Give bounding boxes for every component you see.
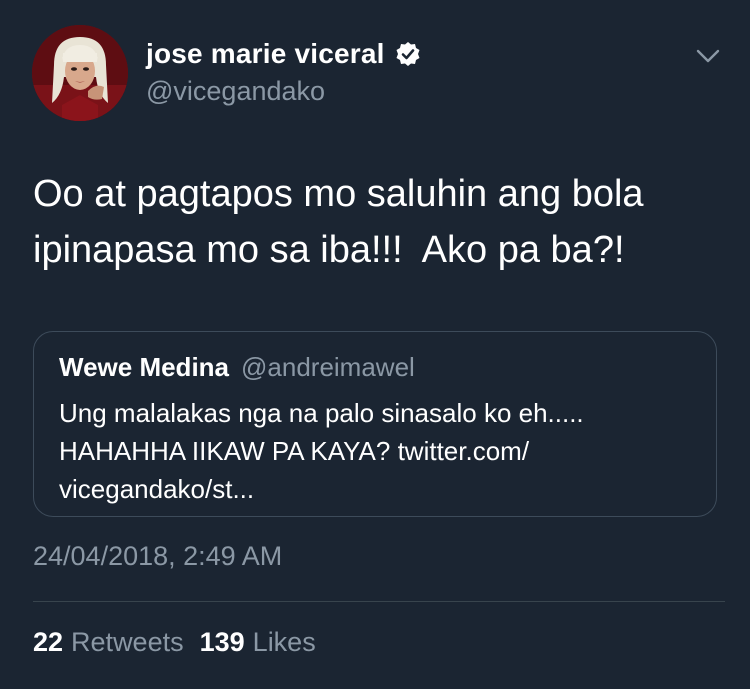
retweets-count[interactable]: 22 bbox=[33, 627, 63, 658]
retweets-label[interactable]: Retweets bbox=[71, 627, 184, 658]
quoted-tweet-header: Wewe Medina @andreimawel bbox=[59, 352, 415, 383]
likes-count[interactable]: 139 bbox=[200, 627, 245, 658]
tweet-text: Oo at pagtapos mo saluhin ang bola ipina… bbox=[33, 173, 644, 271]
tweet-stats: 22 Retweets 139 Likes bbox=[33, 627, 316, 658]
author-display-name[interactable]: jose marie viceral bbox=[146, 38, 385, 70]
quoted-author-handle: @andreimawel bbox=[241, 352, 415, 382]
avatar[interactable] bbox=[32, 25, 128, 121]
quoted-author-name: Wewe Medina bbox=[59, 352, 230, 382]
divider bbox=[33, 601, 725, 602]
tweet-timestamp[interactable]: 24/04/2018, 2:49 AM bbox=[33, 541, 282, 572]
likes-label[interactable]: Likes bbox=[253, 627, 316, 658]
avatar-image bbox=[32, 25, 128, 121]
author-name-row[interactable]: jose marie viceral bbox=[146, 38, 421, 70]
quoted-tweet-card[interactable]: Wewe Medina @andreimawel Ung malalakas n… bbox=[33, 331, 717, 517]
quoted-tweet-text: Ung malalakas nga na palo sinasalo ko eh… bbox=[59, 398, 584, 504]
tweet-detail: jose marie viceral @vicegandako Oo at pa… bbox=[0, 0, 750, 689]
verified-badge-icon bbox=[395, 41, 421, 67]
author-handle[interactable]: @vicegandako bbox=[146, 76, 325, 107]
chevron-down-icon[interactable] bbox=[694, 46, 722, 66]
